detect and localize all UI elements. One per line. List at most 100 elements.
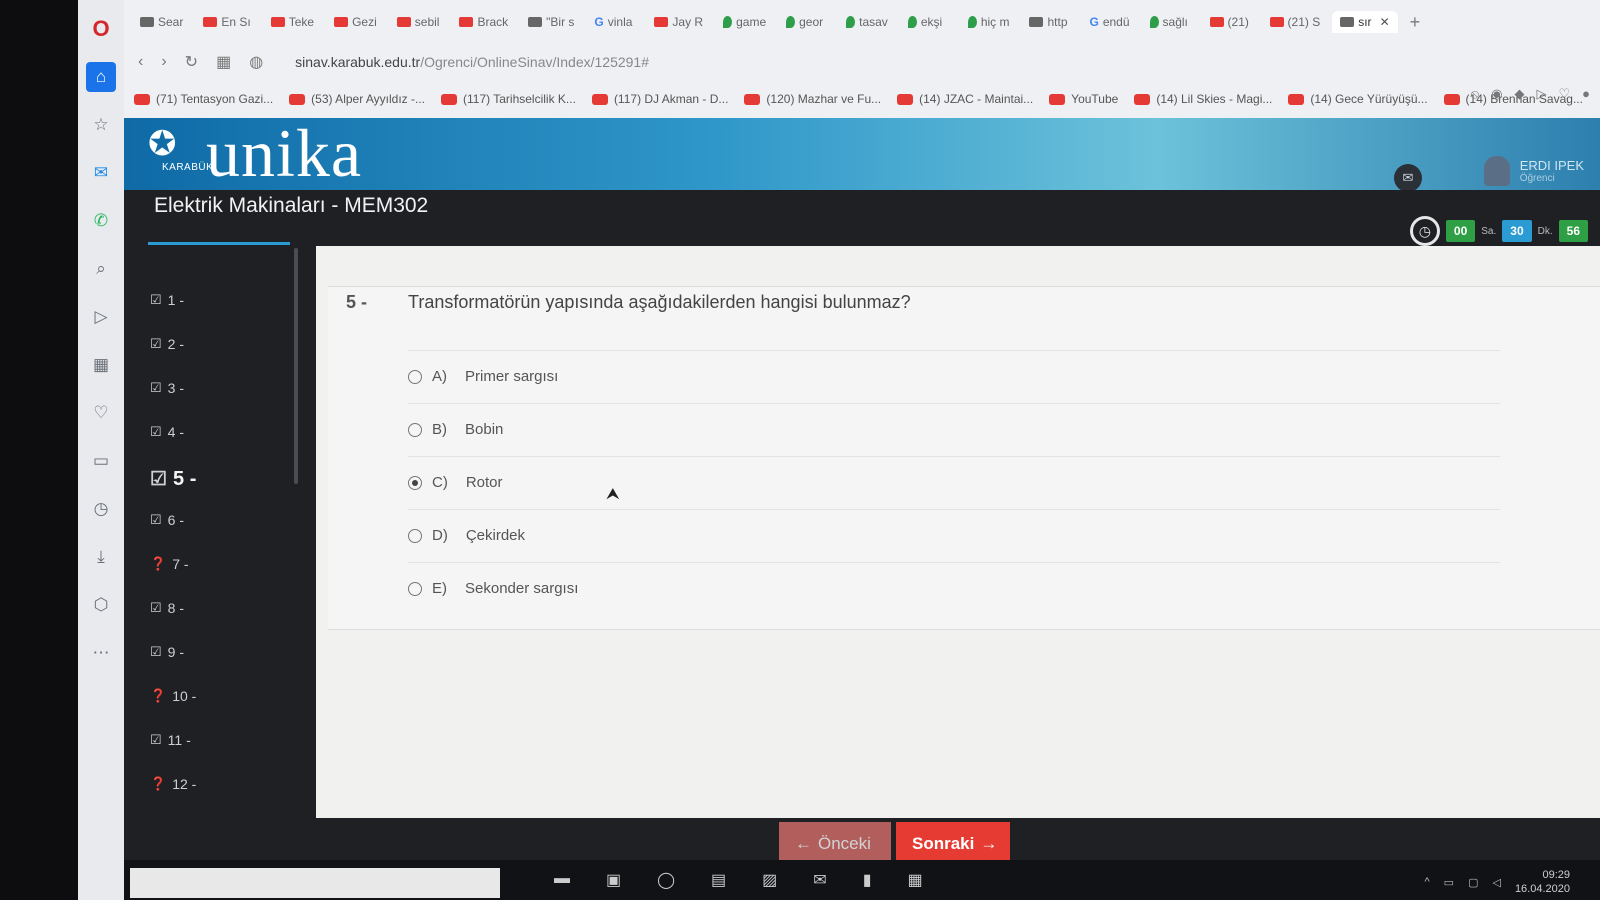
heart-icon[interactable]: ♡ [86, 398, 116, 428]
question-nav-item[interactable]: ❓ 10 - [150, 688, 196, 704]
home-icon[interactable]: ⌂ [86, 62, 116, 92]
question-nav-item[interactable]: ☑ 11 - [150, 732, 191, 748]
opera-logo-icon[interactable]: O [86, 14, 116, 44]
tab-9[interactable]: game [715, 11, 774, 33]
opera-icon[interactable]: ◯ [657, 870, 675, 890]
question-nav-item[interactable]: ❓ 7 - [150, 556, 189, 572]
news-icon[interactable]: ▭ [86, 446, 116, 476]
bookmark-item[interactable]: (14) JZAC - Maintai... [897, 92, 1033, 106]
answer-radio[interactable] [408, 581, 422, 596]
answer-option[interactable]: C) Rotor [408, 456, 1500, 508]
photos-icon[interactable]: ▨ [762, 870, 777, 890]
tabs-grid-icon[interactable]: ▦ [216, 52, 231, 72]
adblock-icon[interactable]: ⦸ [1471, 86, 1479, 102]
answer-option[interactable]: D) Çekirdek [408, 509, 1500, 561]
question-nav-item[interactable]: ☑ 1 - [150, 292, 184, 308]
tab-7[interactable]: Gvinla [586, 11, 642, 33]
store-icon[interactable]: ▣ [606, 870, 621, 890]
answer-option[interactable]: B) Bobin [408, 403, 1500, 455]
tab-11[interactable]: tasav [838, 11, 896, 33]
tab-17[interactable]: (21) [1202, 11, 1258, 33]
owl-logo-icon[interactable]: ✪ KARABÜK [148, 124, 213, 180]
new-tab-icon[interactable]: + [1402, 12, 1429, 33]
download-icon[interactable]: ⤓ [86, 542, 116, 572]
bookmark-item[interactable]: (71) Tentasyon Gazi... [134, 92, 273, 106]
question-nav-item[interactable]: ☑ 2 - [150, 336, 184, 352]
question-nav-item[interactable]: ❓ 12 - [150, 776, 196, 792]
question-nav-item[interactable]: ☑ 3 - [150, 380, 184, 396]
taskbar-clock[interactable]: 09:29 16.04.2020 [1515, 868, 1570, 897]
network-icon[interactable]: ▢ [1468, 876, 1478, 889]
volume-icon[interactable]: ◁ [1492, 876, 1500, 889]
bookmark-item[interactable]: (120) Mazhar ve Fu... [744, 92, 881, 106]
star-icon[interactable]: ☆ [86, 110, 116, 140]
tab-3[interactable]: Gezi [326, 11, 385, 33]
search-icon[interactable]: ⌕ [86, 254, 116, 284]
checkbox-checked-icon: ☑ [150, 336, 162, 351]
send-icon[interactable]: ▷ [86, 302, 116, 332]
taskbar-search[interactable] [130, 868, 500, 898]
answer-radio[interactable] [408, 369, 422, 384]
tab-2[interactable]: Teke [263, 11, 322, 33]
question-nav-item[interactable]: ☑ 8 - [150, 600, 184, 616]
bookmark-item[interactable]: (117) Tarihselcilik K... [441, 92, 576, 106]
close-icon[interactable]: ✕ [1380, 15, 1390, 29]
question-nav-scrollbar[interactable] [294, 248, 298, 484]
bookmark-item[interactable]: (117) DJ Akman - D... [591, 92, 728, 106]
chevron-up-icon[interactable]: ^ [1424, 876, 1429, 888]
tab-8[interactable]: Jay R [646, 11, 711, 33]
answer-radio[interactable] [408, 422, 422, 437]
answer-radio[interactable] [408, 528, 422, 543]
answer-option[interactable]: A) Primer sargısı [408, 350, 1500, 402]
messenger-icon[interactable]: ✉ [86, 158, 116, 188]
tab-0[interactable]: Sear [132, 11, 191, 33]
vpn-icon[interactable]: ● [1582, 86, 1590, 102]
tab-16[interactable]: sağlı [1142, 11, 1198, 33]
files-icon[interactable]: ▤ [711, 870, 726, 890]
tab-19[interactable]: sır ✕ [1332, 11, 1398, 33]
tab-18[interactable]: (21) S [1262, 11, 1329, 33]
more-icon[interactable]: ⋯ [86, 638, 116, 668]
tab-14[interactable]: http [1021, 11, 1077, 33]
address-bar[interactable]: sinav.karabuk.edu.tr/Ogrenci/OnlineSinav… [295, 54, 649, 70]
camera-icon[interactable]: ◉ [1491, 86, 1502, 102]
bookmark-item[interactable]: (14) Lil Skies - Magi... [1134, 92, 1272, 106]
user-menu[interactable]: ERDI IPEK Öğrenci [1483, 156, 1584, 186]
tab-10[interactable]: geor [778, 11, 834, 33]
forward-icon[interactable]: › [161, 53, 166, 71]
checkbox-checked-icon: ☑ [150, 424, 162, 439]
answer-option[interactable]: E) Sekonder sargısı [408, 562, 1500, 614]
bookmark-item[interactable]: YouTube [1049, 92, 1118, 106]
back-icon[interactable]: ‹ [138, 53, 143, 71]
bookmark-item[interactable]: (14) Gece Yürüyüşü... [1288, 92, 1428, 106]
tab-13[interactable]: hiç m [960, 11, 1018, 33]
notes-icon[interactable]: ▮ [863, 870, 872, 890]
apps-grid-icon[interactable]: ▦ [86, 350, 116, 380]
google-icon: G [594, 15, 604, 29]
battery-icon[interactable]: ▭ [1444, 876, 1454, 889]
mail-app-icon[interactable]: ✉ [813, 870, 826, 890]
calculator-icon[interactable]: ▦ [908, 870, 923, 890]
question-nav-item[interactable]: ☑ 9 - [150, 644, 184, 660]
bookmark-item[interactable]: (53) Alper Ayyıldız -... [289, 92, 425, 106]
question-nav-item[interactable]: ☑ 6 - [150, 512, 184, 528]
reload-icon[interactable]: ↻ [185, 52, 198, 72]
tab-6[interactable]: "Bir s [520, 11, 582, 33]
history-icon[interactable]: ◷ [86, 494, 116, 524]
answer-radio[interactable] [408, 475, 422, 490]
tab-4[interactable]: sebil [389, 11, 448, 33]
shield-icon[interactable]: ◆ [1514, 86, 1524, 102]
folder-icon[interactable]: ▬ [554, 870, 570, 890]
site-logo[interactable]: unika [206, 114, 362, 193]
tab-15[interactable]: Gendü [1081, 11, 1137, 33]
question-nav-item[interactable]: ☑ 5 - [150, 468, 196, 491]
cube-icon[interactable]: ⬡ [86, 590, 116, 620]
question-nav-item[interactable]: ☑ 4 - [150, 424, 184, 440]
tab-1[interactable]: En Sı [195, 11, 258, 33]
mail-icon[interactable]: ✉ [1394, 164, 1422, 192]
play-icon[interactable]: ▷ [1536, 86, 1546, 102]
heart-icon[interactable]: ♡ [1558, 86, 1570, 102]
tab-5[interactable]: Brack [451, 11, 516, 33]
whatsapp-icon[interactable]: ✆ [86, 206, 116, 236]
tab-12[interactable]: ekşi [900, 11, 956, 33]
